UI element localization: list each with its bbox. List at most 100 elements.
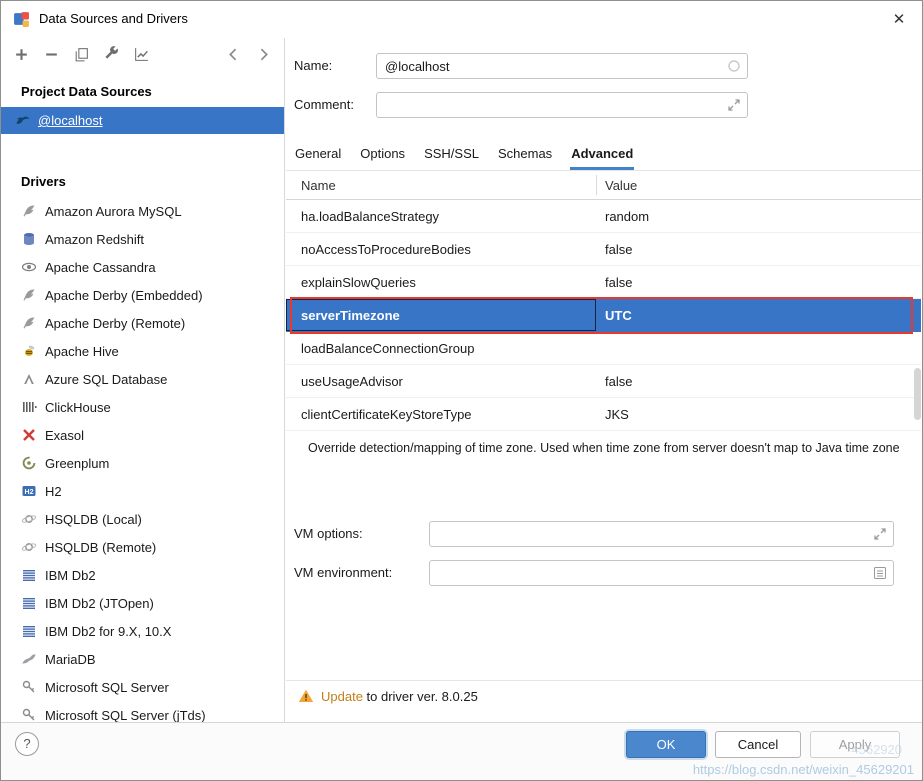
h2-icon — [21, 483, 37, 499]
driver-item-microsoft-sql-server-jtds[interactable]: Microsoft SQL Server (jTds) — [1, 701, 284, 722]
help-button[interactable]: ? — [15, 732, 39, 756]
column-header-value: Value — [596, 178, 921, 193]
greenplum-icon — [21, 455, 37, 471]
ibm-icon — [21, 595, 37, 611]
driver-item-amazon-redshift[interactable]: Amazon Redshift — [1, 225, 284, 253]
tab-ssh-ssl[interactable]: SSH/SSL — [423, 136, 480, 170]
driver-label: Greenplum — [45, 456, 109, 471]
tab-advanced[interactable]: Advanced — [570, 136, 634, 170]
apply-button[interactable]: Apply — [810, 731, 900, 758]
driver-label: H2 — [45, 484, 62, 499]
tab-options[interactable]: Options — [359, 136, 406, 170]
driver-item-ibm-db2-9x-10x[interactable]: IBM Db2 for 9.X, 10.X — [1, 617, 284, 645]
comment-input[interactable] — [376, 92, 748, 118]
table-row-noaccesstoprocedurebodies[interactable]: noAccessToProcedureBodies false — [286, 233, 921, 266]
ok-button[interactable]: OK — [626, 731, 706, 758]
project-data-sources-heading: Project Data Sources — [1, 70, 284, 107]
add-icon[interactable] — [13, 46, 30, 63]
vm-options-input[interactable] — [429, 521, 894, 547]
driver-settings-wrench-icon[interactable] — [103, 46, 120, 63]
vm-environment-input[interactable] — [429, 560, 894, 586]
redshift-db-icon — [21, 231, 37, 247]
back-arrow-icon[interactable] — [225, 46, 242, 63]
exasol-x-icon — [21, 427, 37, 443]
hsqldb-icon — [21, 511, 37, 527]
driver-label: Exasol — [45, 428, 84, 443]
tab-schemas[interactable]: Schemas — [497, 136, 553, 170]
close-icon[interactable]: ✕ — [888, 9, 910, 31]
table-row-servertimezone-selected[interactable]: serverTimezone UTC — [286, 299, 921, 332]
name-input[interactable] — [376, 53, 748, 79]
clickhouse-bars-icon — [21, 399, 37, 415]
table-row-ha-loadbalancestrategy[interactable]: ha.loadBalanceStrategy random — [286, 200, 921, 233]
driver-label: IBM Db2 (JTOpen) — [45, 596, 154, 611]
driver-item-hsqldb-remote[interactable]: HSQLDB (Remote) — [1, 533, 284, 561]
driver-item-apache-derby-remote[interactable]: Apache Derby (Remote) — [1, 309, 284, 337]
hsqldb-icon — [21, 539, 37, 555]
driver-item-clickhouse[interactable]: ClickHouse — [1, 393, 284, 421]
refresh-circle-icon — [726, 58, 742, 74]
divider — [286, 680, 922, 681]
update-notice-text: to driver ver. 8.0.25 — [363, 689, 478, 704]
driver-label: IBM Db2 for 9.X, 10.X — [45, 624, 171, 639]
property-value: false — [596, 374, 921, 389]
property-value: false — [596, 242, 921, 257]
vm-environment-label: VM environment: — [294, 565, 392, 581]
driver-item-apache-derby-embedded[interactable]: Apache Derby (Embedded) — [1, 281, 284, 309]
datasource-label: @localhost — [38, 113, 103, 128]
expand-icon[interactable] — [726, 97, 742, 113]
driver-label: Azure SQL Database — [45, 372, 167, 387]
driver-item-greenplum[interactable]: Greenplum — [1, 449, 284, 477]
table-scrollbar-thumb[interactable] — [914, 368, 921, 420]
driver-item-apache-cassandra[interactable]: Apache Cassandra — [1, 253, 284, 281]
driver-label: HSQLDB (Local) — [45, 512, 142, 527]
ibm-icon — [21, 623, 37, 639]
column-header-name: Name — [286, 178, 596, 193]
table-row-clientcertificatekeystoretype[interactable]: clientCertificateKeyStoreType JKS — [286, 398, 921, 431]
table-header: Name Value — [286, 170, 921, 200]
table-row-useusageadvisor[interactable]: useUsageAdvisor false — [286, 365, 921, 398]
driver-item-h2[interactable]: H2 — [1, 477, 284, 505]
driver-label: Apache Hive — [45, 344, 119, 359]
driver-item-ibm-db2[interactable]: IBM Db2 — [1, 561, 284, 589]
property-value: random — [596, 209, 921, 224]
warning-triangle-icon — [298, 688, 314, 704]
diagram-icon[interactable] — [133, 46, 150, 63]
driver-label: Apache Derby (Embedded) — [45, 288, 203, 303]
driver-item-ibm-db2-jtopen[interactable]: IBM Db2 (JTOpen) — [1, 589, 284, 617]
property-name: ha.loadBalanceStrategy — [286, 209, 596, 224]
vm-options-label: VM options: — [294, 526, 363, 542]
sidebar: Project Data Sources @localhost Drivers … — [1, 38, 285, 722]
driver-item-azure-sql-database[interactable]: Azure SQL Database — [1, 365, 284, 393]
expand-icon[interactable] — [872, 526, 888, 542]
table-row-explainslowqueries[interactable]: explainSlowQueries false — [286, 266, 921, 299]
driver-item-exasol[interactable]: Exasol — [1, 421, 284, 449]
driver-label: Microsoft SQL Server (jTds) — [45, 708, 206, 723]
remove-icon[interactable] — [43, 46, 60, 63]
driver-item-mariadb[interactable]: MariaDB — [1, 645, 284, 673]
tab-general[interactable]: General — [294, 136, 342, 170]
browse-list-icon[interactable] — [872, 565, 888, 581]
driver-item-microsoft-sql-server[interactable]: Microsoft SQL Server — [1, 673, 284, 701]
ibm-icon — [21, 567, 37, 583]
update-driver-link[interactable]: Update — [321, 689, 363, 704]
driver-update-notice: Update to driver ver. 8.0.25 — [298, 688, 478, 704]
driver-item-hsqldb-local[interactable]: HSQLDB (Local) — [1, 505, 284, 533]
duplicate-icon[interactable] — [73, 46, 90, 63]
forward-arrow-icon[interactable] — [255, 46, 272, 63]
hive-bee-icon — [21, 343, 37, 359]
property-value: false — [596, 275, 921, 290]
cancel-button[interactable]: Cancel — [715, 731, 801, 758]
property-name: clientCertificateKeyStoreType — [286, 407, 596, 422]
property-name: loadBalanceConnectionGroup — [286, 341, 596, 356]
driver-label: Apache Derby (Remote) — [45, 316, 185, 331]
driver-item-apache-hive[interactable]: Apache Hive — [1, 337, 284, 365]
feather-icon — [21, 287, 37, 303]
datasource-item-localhost[interactable]: @localhost — [1, 107, 284, 134]
driver-item-amazon-aurora-mysql[interactable]: Amazon Aurora MySQL — [1, 197, 284, 225]
mssql-icon — [21, 679, 37, 695]
settings-tabs: General Options SSH/SSL Schemas Advanced — [294, 136, 651, 170]
drivers-heading: Drivers — [1, 134, 284, 197]
table-row-loadbalanceconnectiongroup[interactable]: loadBalanceConnectionGroup — [286, 332, 921, 365]
vm-options-field-wrapper — [429, 521, 894, 547]
